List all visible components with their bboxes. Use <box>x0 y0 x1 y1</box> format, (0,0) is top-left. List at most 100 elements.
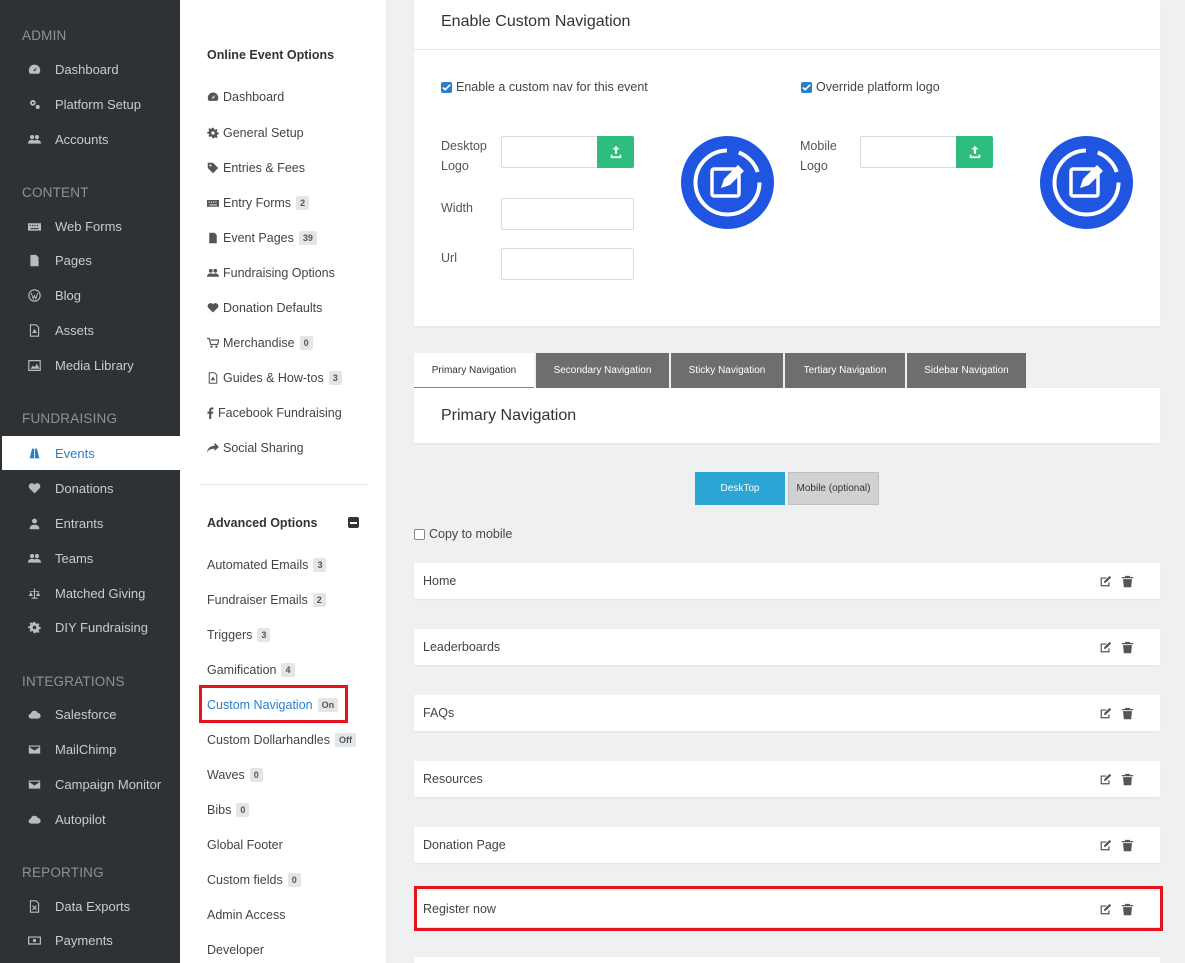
enable-custom-nav-card: Enable Custom Navigation Enable a custom… <box>414 0 1160 326</box>
option-label: Custom Dollarhandles <box>207 733 330 747</box>
option-triggers[interactable]: Triggers 3 <box>207 628 271 642</box>
option-admin-access[interactable]: Admin Access <box>207 908 286 922</box>
dashboard-icon <box>207 91 219 103</box>
option-automated-emails[interactable]: Automated Emails 3 <box>207 558 327 572</box>
option-dashboard[interactable]: Dashboard <box>207 90 284 104</box>
nav-item-label: FAQs <box>423 706 455 720</box>
edit-icon[interactable] <box>1098 574 1112 588</box>
edit-icon[interactable] <box>1098 706 1112 720</box>
option-merchandise[interactable]: Merchandise 0 <box>207 336 313 350</box>
collapse-minus-icon[interactable] <box>348 517 359 528</box>
trash-icon[interactable] <box>1120 574 1134 588</box>
file-pdf-icon <box>207 372 219 384</box>
sidebar-item-matched-giving[interactable]: Matched Giving <box>0 576 180 610</box>
sidebar-item-salesforce[interactable]: Salesforce <box>0 697 180 731</box>
option-developer[interactable]: Developer <box>207 943 264 957</box>
sidebar-item-platform-setup[interactable]: Platform Setup <box>0 87 180 121</box>
option-label: Triggers <box>207 628 253 642</box>
edit-icon[interactable] <box>1098 772 1112 786</box>
override-logo-checkbox[interactable]: Override platform logo <box>801 80 940 94</box>
mobile-logo-preview[interactable] <box>1040 136 1133 229</box>
trash-icon[interactable] <box>1120 772 1134 786</box>
gears-icon <box>27 97 41 111</box>
sidebar-item-data-exports[interactable]: Data Exports <box>0 889 180 923</box>
sidebar-item-dashboard[interactable]: Dashboard <box>0 52 180 86</box>
option-label: Gamification <box>207 663 277 677</box>
desktop-logo-preview[interactable] <box>681 136 774 229</box>
option-global-footer[interactable]: Global Footer <box>207 838 283 852</box>
option-gamification[interactable]: Gamification 4 <box>207 663 295 677</box>
sidebar-item-blog[interactable]: Blog <box>0 278 180 312</box>
sidebar-item-entrants[interactable]: Entrants <box>0 506 180 540</box>
option-label: Automated Emails <box>207 558 309 572</box>
option-label: Donation Defaults <box>223 301 323 315</box>
option-entry-forms[interactable]: Entry Forms 2 <box>207 196 310 210</box>
option-custom-fields[interactable]: Custom fields 0 <box>207 873 301 887</box>
desktop-toggle-button[interactable]: DeskTop <box>695 472 785 505</box>
width-label: Width <box>441 201 473 215</box>
sidebar-item-media-library[interactable]: Media Library <box>0 348 180 382</box>
mobile-logo-input[interactable] <box>860 136 957 168</box>
option-facebook-fundraising[interactable]: Facebook Fundraising <box>207 406 342 420</box>
sidebar-item-donations[interactable]: Donations <box>0 471 180 505</box>
checkbox-label: Copy to mobile <box>429 527 513 541</box>
option-general-setup[interactable]: General Setup <box>207 126 304 140</box>
sidebar-item-autopilot[interactable]: Autopilot <box>0 802 180 836</box>
edit-logo-icon <box>1052 148 1121 217</box>
tab-secondary-navigation[interactable]: Secondary Navigation <box>536 353 669 388</box>
heart-icon <box>207 302 219 314</box>
desktop-logo-upload-button[interactable] <box>597 136 634 168</box>
copy-to-mobile-checkbox[interactable]: Copy to mobile <box>414 527 512 541</box>
cloud-icon <box>27 812 41 826</box>
option-bibs[interactable]: Bibs 0 <box>207 803 250 817</box>
option-label: Fundraising Options <box>223 266 335 280</box>
count-badge: 4 <box>281 663 295 677</box>
option-donation-defaults[interactable]: Donation Defaults <box>207 301 322 315</box>
option-social-sharing[interactable]: Social Sharing <box>207 441 304 455</box>
edit-icon[interactable] <box>1098 838 1112 852</box>
url-input[interactable] <box>501 248 634 280</box>
mobile-toggle-button[interactable]: Mobile (optional) <box>788 472 879 505</box>
option-label: General Setup <box>223 126 304 140</box>
sidebar-item-web-forms[interactable]: Web Forms <box>0 209 180 243</box>
sidebar-item-accounts[interactable]: Accounts <box>0 122 180 156</box>
count-badge: 0 <box>287 873 301 887</box>
option-custom-dollarhandles[interactable]: Custom Dollarhandles Off <box>207 733 356 747</box>
desktop-logo-input[interactable] <box>501 136 598 168</box>
edit-icon[interactable] <box>1098 640 1112 654</box>
option-label: Global Footer <box>207 838 283 852</box>
sidebar-item-payments[interactable]: Payments <box>0 923 180 957</box>
sidebar-item-label: Payments <box>55 932 113 948</box>
sidebar-item-assets[interactable]: Assets <box>0 313 180 347</box>
option-event-pages[interactable]: Event Pages 39 <box>207 231 317 245</box>
option-entries-fees[interactable]: Entries & Fees <box>207 161 305 175</box>
sidebar-item-mailchimp[interactable]: MailChimp <box>0 732 180 766</box>
users-icon <box>27 551 41 565</box>
option-fundraiser-emails[interactable]: Fundraiser Emails 2 <box>207 593 326 607</box>
option-waves[interactable]: Waves 0 <box>207 768 263 782</box>
tab-primary-navigation[interactable]: Primary Navigation <box>414 353 534 388</box>
sidebar-item-diy-fundraising[interactable]: DIY Fundraising <box>0 610 180 644</box>
sidebar-item-pages[interactable]: Pages <box>0 243 180 277</box>
option-label: Facebook Fundraising <box>218 406 342 420</box>
enable-custom-nav-checkbox[interactable]: Enable a custom nav for this event <box>441 80 648 94</box>
sidebar-item-label: Autopilot <box>55 811 106 827</box>
desktop-logo-label: Desktop Logo <box>441 139 487 173</box>
option-fundraising-options[interactable]: Fundraising Options <box>207 266 335 280</box>
trash-icon[interactable] <box>1120 640 1134 654</box>
mobile-logo-upload-button[interactable] <box>956 136 993 168</box>
width-input[interactable] <box>501 198 634 230</box>
tab-sticky-navigation[interactable]: Sticky Navigation <box>671 353 783 388</box>
user-icon <box>27 516 41 530</box>
tab-sidebar-navigation[interactable]: Sidebar Navigation <box>907 353 1026 388</box>
trash-icon[interactable] <box>1120 706 1134 720</box>
option-guides-how-tos[interactable]: Guides & How-tos 3 <box>207 371 342 385</box>
count-badge: 3 <box>313 558 327 572</box>
sidebar-item-events[interactable]: Events <box>2 436 180 470</box>
sidebar-item-teams[interactable]: Teams <box>0 541 180 575</box>
card-divider <box>414 49 1160 50</box>
tab-tertiary-navigation[interactable]: Tertiary Navigation <box>785 353 905 388</box>
sidebar-item-label: Matched Giving <box>55 585 146 601</box>
trash-icon[interactable] <box>1120 838 1134 852</box>
sidebar-item-campaign-monitor[interactable]: Campaign Monitor <box>0 767 180 801</box>
